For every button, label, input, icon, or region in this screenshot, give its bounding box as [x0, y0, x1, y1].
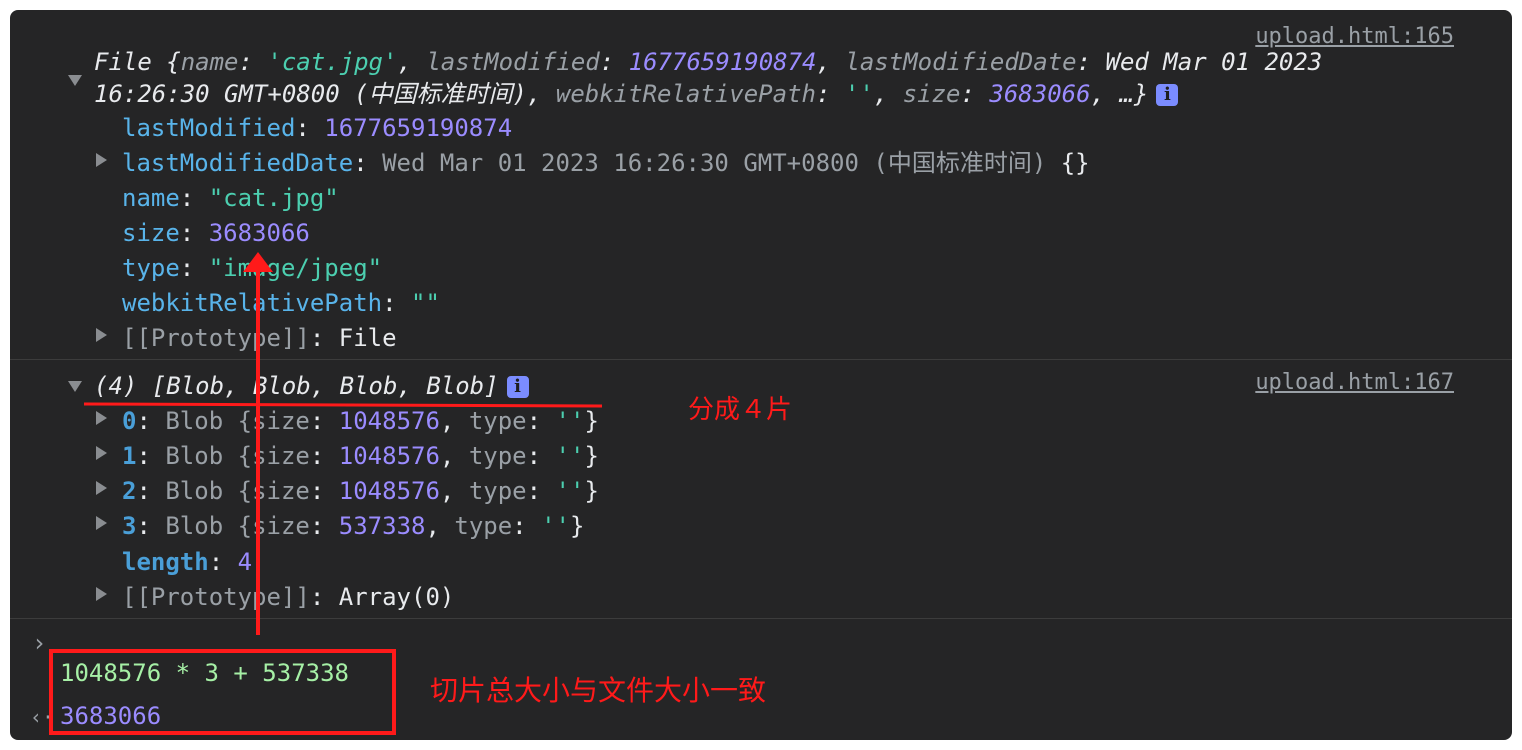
annotation-overlay	[49, 252, 603, 735]
highlight-box	[49, 649, 396, 735]
arrow-head-icon	[243, 252, 273, 272]
split-annotation: 分成４片	[688, 395, 793, 425]
underline-annotation	[83, 402, 603, 408]
arrow-shaft	[256, 265, 260, 635]
sum-annotation: 切片总大小与文件大小一致	[430, 674, 767, 707]
devtools-console: upload.html:165 File {name: 'cat.jpg', l…	[10, 10, 1512, 740]
